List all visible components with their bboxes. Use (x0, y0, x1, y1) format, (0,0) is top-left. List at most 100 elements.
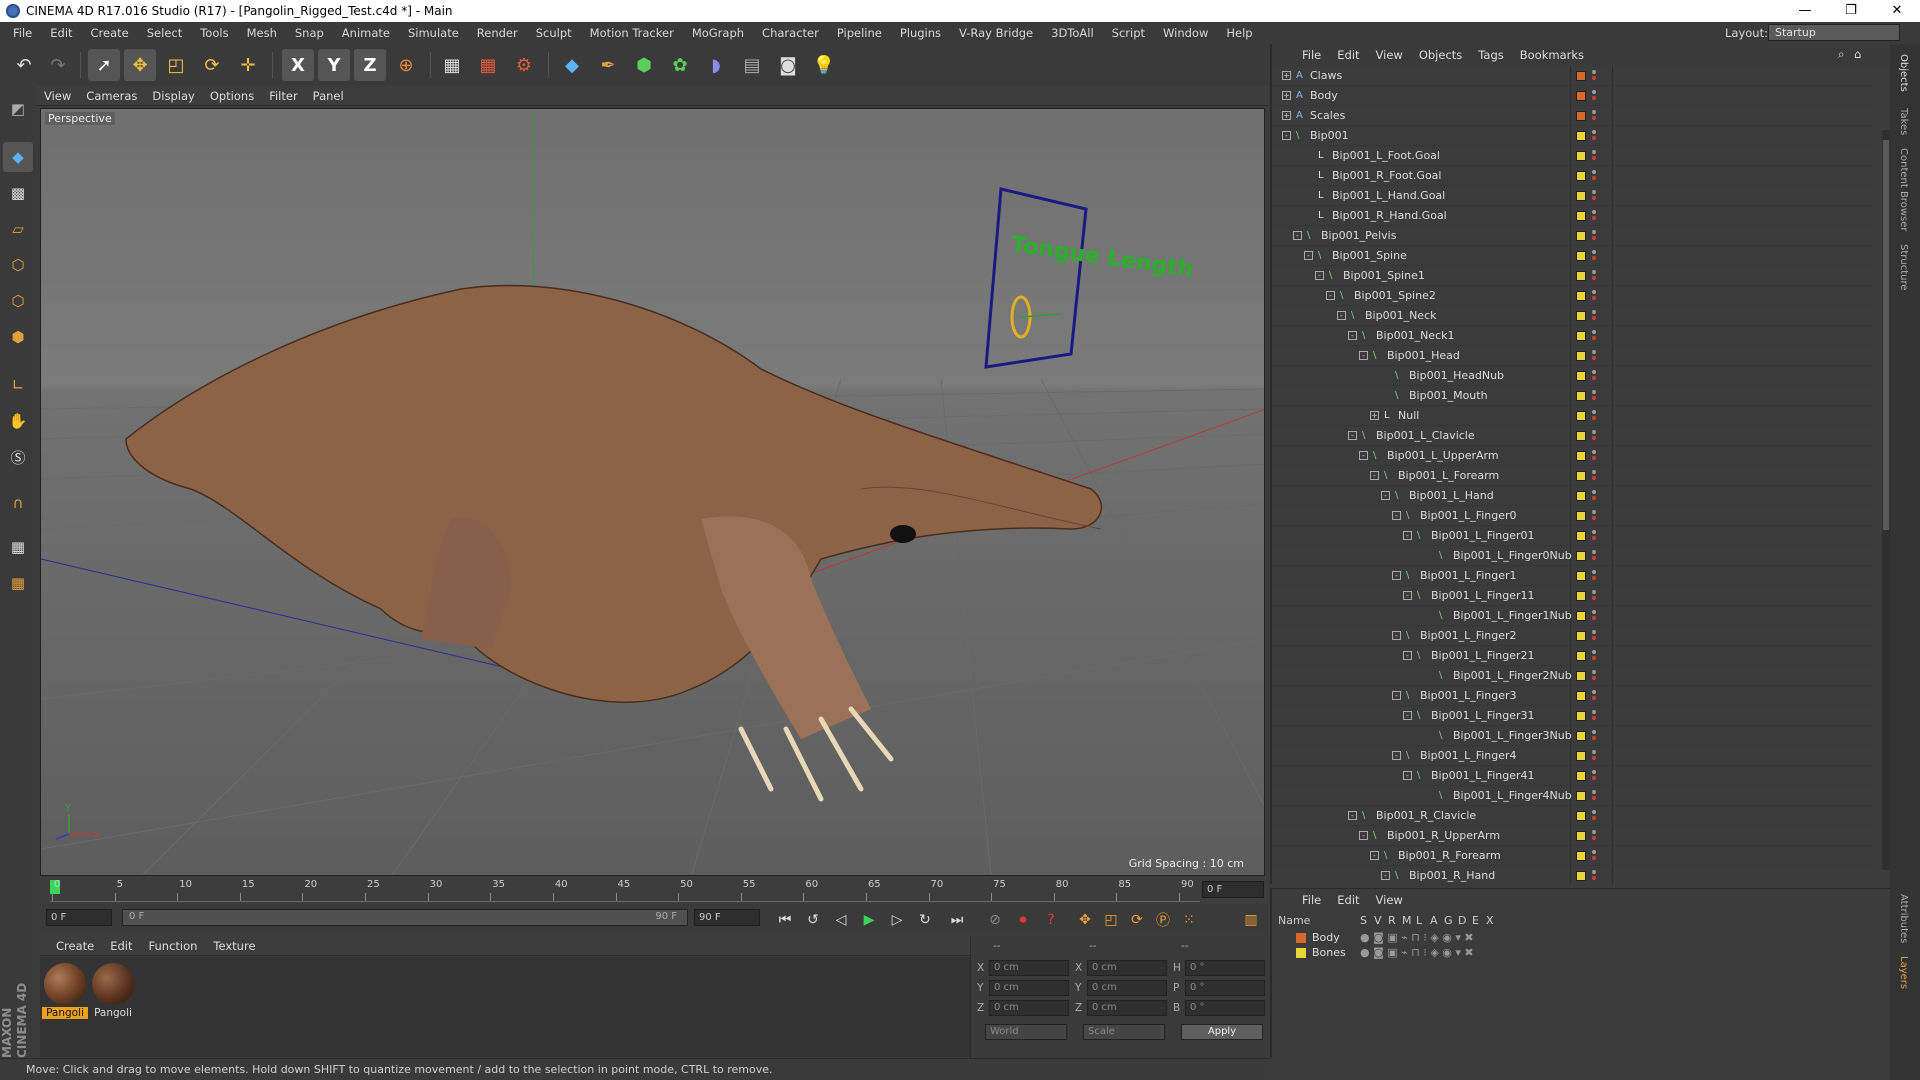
expand-toggle-icon[interactable]: - (1359, 351, 1368, 360)
points-mode-icon[interactable]: ⬡ (3, 250, 33, 280)
expand-toggle-icon[interactable]: - (1403, 591, 1412, 600)
tab-attributes[interactable]: Attributes (1898, 894, 1909, 943)
material-swatch[interactable]: Pangoli (90, 961, 136, 1019)
render-settings-icon[interactable]: ⚙ (508, 49, 540, 81)
vp-menu-view[interactable]: View (44, 89, 86, 103)
size-z-field[interactable]: 0 cm (1087, 1000, 1167, 1016)
visibility-dots-icon[interactable] (1592, 790, 1596, 802)
goto-end-icon[interactable]: ⏭ (946, 910, 968, 930)
scale-icon[interactable]: ◰ (160, 49, 192, 81)
light-icon[interactable]: 💡 (808, 49, 840, 81)
visibility-dots-icon[interactable] (1592, 210, 1596, 222)
deformer-icon[interactable]: ◗ (700, 49, 732, 81)
layer-flags[interactable]: ● ◙ ▣ ⌁ ⊓ ⁝ ◈ ◉ ▾ ✖ (1360, 946, 1474, 959)
snap-icon[interactable]: Ⓢ (3, 442, 33, 472)
vp-menu-cameras[interactable]: Cameras (86, 89, 152, 103)
start-frame-field[interactable]: 0 F (46, 909, 112, 926)
expand-toggle-icon[interactable]: + (1282, 111, 1291, 120)
visibility-dots-icon[interactable] (1592, 390, 1596, 402)
expand-toggle-icon[interactable]: + (1282, 91, 1291, 100)
lm-menu-edit[interactable]: Edit (1329, 893, 1367, 907)
visibility-dots-icon[interactable] (1592, 410, 1596, 422)
visibility-dots-icon[interactable] (1592, 710, 1596, 722)
layer-color-swatch[interactable] (1576, 551, 1586, 561)
layer-color-swatch[interactable] (1576, 391, 1586, 401)
menu-mesh[interactable]: Mesh (238, 26, 286, 40)
object-row[interactable]: \ Bip001_HeadNub (1272, 366, 1874, 386)
layer-color-swatch[interactable] (1576, 771, 1586, 781)
visibility-dots-icon[interactable] (1592, 470, 1596, 482)
key-rotation-icon[interactable]: ⟳ (1126, 910, 1148, 930)
object-row[interactable]: \ Bip001_Mouth (1272, 386, 1874, 406)
close-button[interactable]: ✕ (1874, 0, 1920, 22)
visibility-dots-icon[interactable] (1592, 590, 1596, 602)
object-row[interactable]: - \ Bip001_Neck (1272, 306, 1874, 326)
expand-toggle-icon[interactable]: - (1370, 851, 1379, 860)
expand-toggle-icon[interactable]: - (1348, 331, 1357, 340)
key-param-icon[interactable]: Ⓟ (1152, 910, 1174, 930)
menu-help[interactable]: Help (1217, 26, 1261, 40)
apply-button[interactable]: Apply (1181, 1024, 1263, 1040)
pos-z-field[interactable]: 0 cm (989, 1000, 1069, 1016)
prev-key-icon[interactable]: ↺ (802, 910, 824, 930)
layer-color-swatch[interactable] (1576, 271, 1586, 281)
layer-flags[interactable]: ● ◙ ▣ ⌁ ⊓ ⁝ ◈ ◉ ▾ ✖ (1360, 931, 1474, 944)
object-row[interactable]: - \ Bip001_L_UpperArm (1272, 446, 1874, 466)
expand-toggle-icon[interactable]: - (1359, 831, 1368, 840)
visibility-dots-icon[interactable] (1592, 670, 1596, 682)
layer-color-swatch[interactable] (1576, 671, 1586, 681)
layer-color-swatch[interactable] (1576, 491, 1586, 501)
layer-color-swatch[interactable] (1576, 451, 1586, 461)
redo-icon[interactable]: ↷ (42, 49, 74, 81)
material-swatch[interactable]: Pangoli (42, 961, 88, 1019)
tab-structure[interactable]: Structure (1898, 244, 1909, 291)
layer-color-swatch[interactable] (1576, 471, 1586, 481)
layer-color-swatch[interactable] (1576, 791, 1586, 801)
expand-toggle-icon[interactable]: - (1392, 511, 1401, 520)
layer-color-swatch[interactable] (1576, 431, 1586, 441)
visibility-dots-icon[interactable] (1592, 810, 1596, 822)
layer-color-swatch[interactable] (1576, 351, 1586, 361)
layer-color-swatch[interactable] (1576, 851, 1586, 861)
layer-color-swatch[interactable] (1576, 291, 1586, 301)
visibility-dots-icon[interactable] (1592, 130, 1596, 142)
home-icon[interactable]: ⌂ (1846, 47, 1869, 61)
lock-workplane-icon[interactable]: ▦ (3, 532, 33, 562)
object-row[interactable]: - \ Bip001_Pelvis (1272, 226, 1874, 246)
object-row[interactable]: - \ Bip001_L_Finger4 (1272, 746, 1874, 766)
menu-snap[interactable]: Snap (286, 26, 333, 40)
live-select-icon[interactable]: ✛ (232, 49, 264, 81)
layer-color-swatch[interactable] (1576, 611, 1586, 621)
goto-start-icon[interactable]: ⏮ (774, 910, 796, 930)
object-row[interactable]: + A Scales (1272, 106, 1874, 126)
object-row[interactable]: - \ Bip001_L_Finger11 (1272, 586, 1874, 606)
vp-menu-options[interactable]: Options (210, 89, 269, 103)
layer-color-swatch[interactable] (1576, 91, 1586, 101)
layer-color-swatch[interactable] (1576, 371, 1586, 381)
key-pla-icon[interactable]: ⁙ (1178, 910, 1200, 930)
expand-toggle-icon[interactable]: - (1403, 711, 1412, 720)
layer-color-swatch[interactable] (1576, 691, 1586, 701)
object-row[interactable]: - \ Bip001_L_Finger41 (1272, 766, 1874, 786)
object-row[interactable]: - \ Bip001_L_Finger31 (1272, 706, 1874, 726)
menu-render[interactable]: Render (468, 26, 527, 40)
visibility-dots-icon[interactable] (1592, 430, 1596, 442)
mat-menu-edit[interactable]: Edit (102, 939, 140, 953)
layer-color-swatch[interactable] (1576, 511, 1586, 521)
menu-file[interactable]: File (4, 26, 41, 40)
menu-window[interactable]: Window (1154, 26, 1217, 40)
menu-animate[interactable]: Animate (333, 26, 399, 40)
object-row[interactable]: L Bip001_R_Foot.Goal (1272, 166, 1874, 186)
3d-viewport[interactable]: Tongue Length Y X Perspective Grid Spaci… (40, 108, 1265, 876)
layer-color-swatch[interactable] (1576, 111, 1586, 121)
visibility-dots-icon[interactable] (1592, 750, 1596, 762)
layer-color-swatch[interactable] (1576, 871, 1586, 881)
menu-motion-tracker[interactable]: Motion Tracker (581, 26, 683, 40)
edges-mode-icon[interactable]: ⬡ (3, 286, 33, 316)
render-view-icon[interactable]: ▦ (436, 49, 468, 81)
axis-mode-icon[interactable]: ∟ (3, 370, 33, 400)
om-menu-objects[interactable]: Objects (1411, 48, 1470, 62)
expand-toggle-icon[interactable]: + (1370, 411, 1379, 420)
cloner-icon[interactable]: ✿ (664, 49, 696, 81)
visibility-dots-icon[interactable] (1592, 610, 1596, 622)
